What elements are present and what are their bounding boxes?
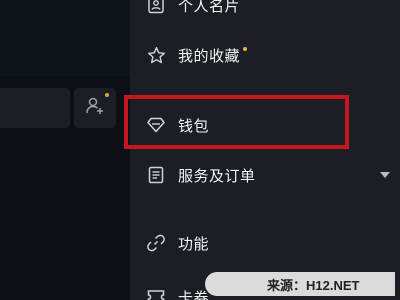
menu-item-label: 个人名片 (178, 0, 241, 15)
side-drawer: 个人名片 我的收藏 钱包 服务及订单 功能 卡券 (130, 0, 400, 300)
menu-item-label: 我的收藏 (178, 47, 241, 65)
menu-item-coupons[interactable]: 卡券 (146, 282, 209, 300)
chat-list-header-area (0, 0, 130, 76)
menu-item-label: 卡券 (178, 289, 210, 300)
star-icon (146, 45, 166, 65)
new-badge-dot (243, 47, 248, 51)
notification-dot (105, 93, 109, 97)
ticket-icon (146, 287, 166, 300)
menu-item-label: 服务及订单 (178, 167, 256, 185)
chevron-down-icon[interactable] (380, 172, 390, 178)
search-bar[interactable] (0, 88, 70, 128)
menu-item-label: 功能 (178, 235, 210, 253)
id-card-icon (146, 0, 166, 15)
menu-item-favorites[interactable]: 我的收藏 (146, 40, 248, 70)
source-watermark: 来源：H12.NET (205, 272, 395, 296)
watermark-text: 来源：H12.NET (267, 277, 360, 293)
add-friend-button[interactable] (74, 88, 116, 128)
screen: 个人名片 我的收藏 钱包 服务及订单 功能 卡券 来源：H12.NET (0, 0, 400, 300)
document-icon (146, 165, 166, 185)
menu-item-services-orders[interactable]: 服务及订单 (146, 160, 256, 190)
menu-item-business-card[interactable]: 个人名片 (146, 0, 240, 20)
highlight-box (124, 95, 349, 149)
link-icon (146, 233, 166, 253)
add-user-icon (85, 96, 105, 121)
menu-item-features[interactable]: 功能 (146, 228, 209, 258)
